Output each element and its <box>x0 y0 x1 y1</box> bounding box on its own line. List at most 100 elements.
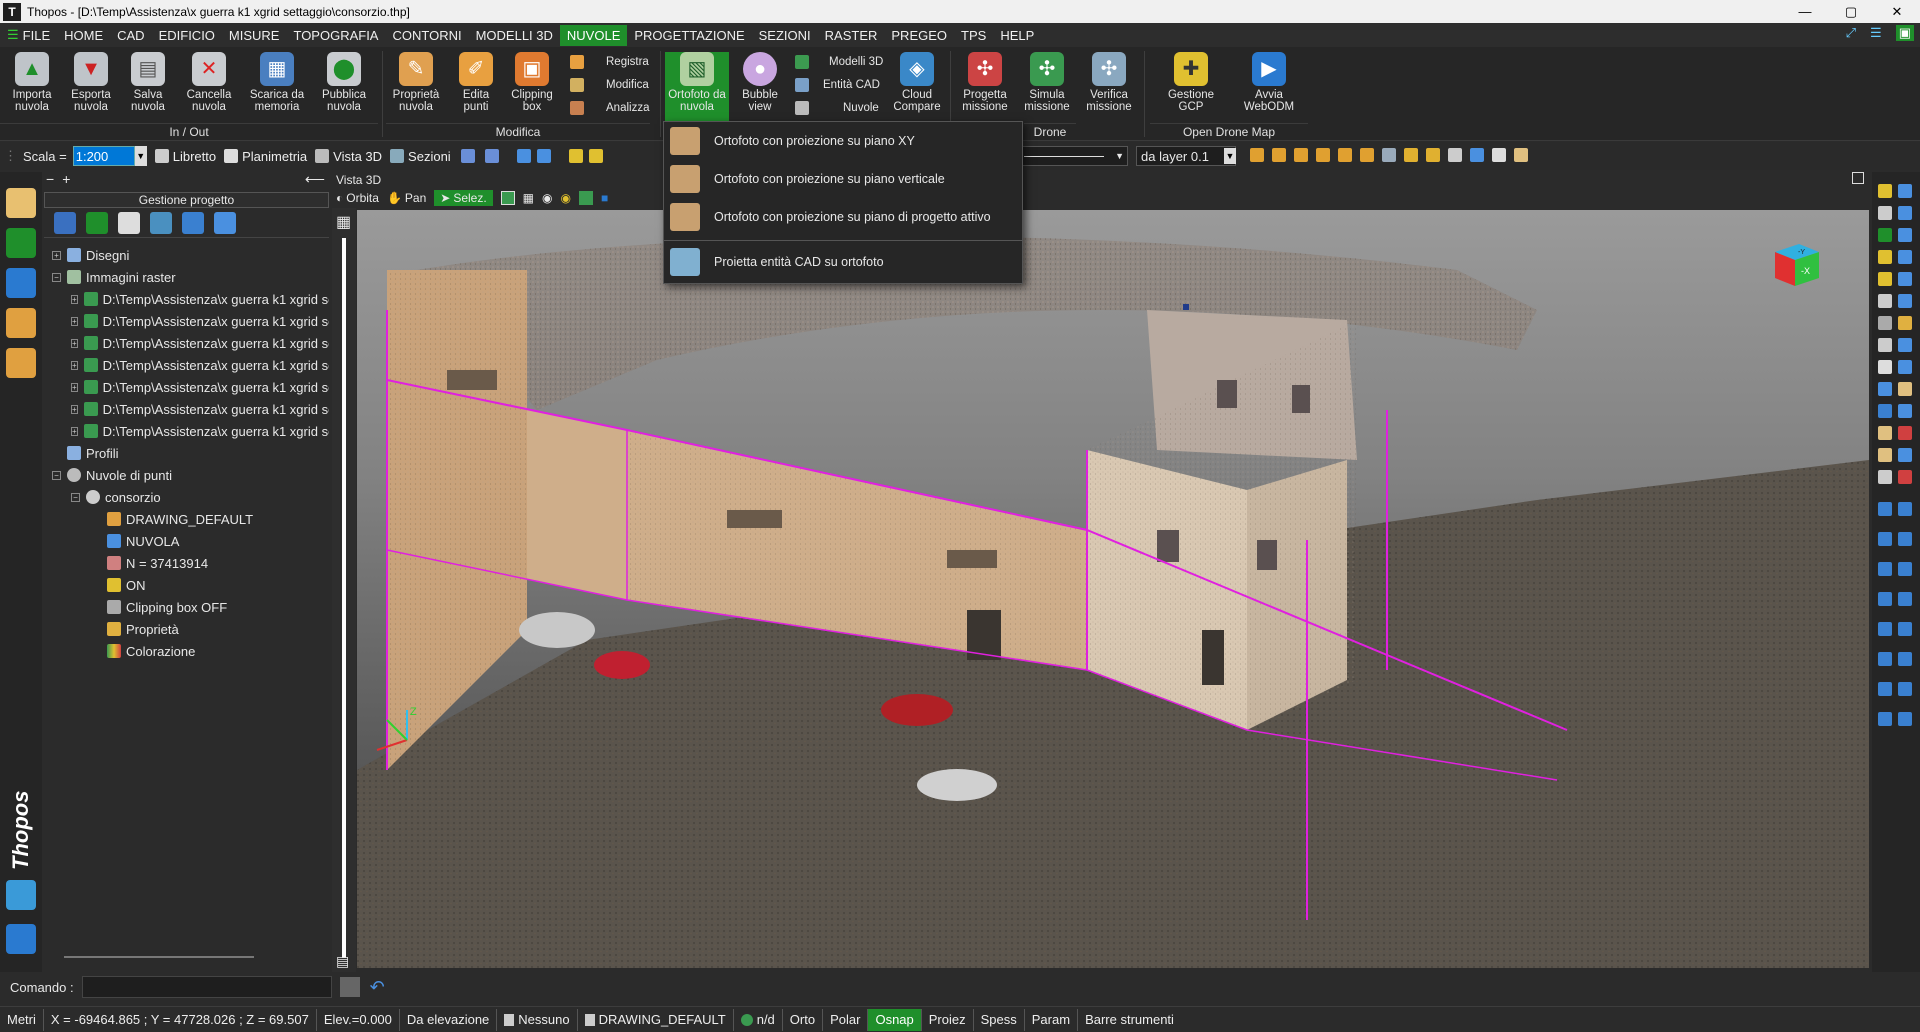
folder-open-icon[interactable] <box>1426 148 1440 162</box>
spess-toggle[interactable]: Spess <box>974 1008 1025 1031</box>
navigation-cube-icon[interactable]: -Y -X <box>1765 236 1825 296</box>
grid-toggle-icon[interactable]: ▦ <box>336 212 351 232</box>
salva-nuvola-button[interactable]: ▤ Salva nuvola <box>119 52 177 120</box>
nd-status[interactable]: n/d <box>734 1008 783 1031</box>
scarica-memoria-button[interactable]: ▦ Scarica da memoria <box>247 52 307 120</box>
menu-contorni[interactable]: CONTORNI <box>385 25 468 46</box>
osnap-toggle[interactable]: Osnap <box>868 1008 922 1031</box>
libretto-button[interactable]: Libretto <box>154 149 216 164</box>
tree-leaf[interactable]: NUVOLA <box>44 530 329 552</box>
menu-item-ortofoto-verticale[interactable]: Ortofoto con proiezione su piano vertica… <box>664 162 1022 196</box>
tree-node-raster-item[interactable]: + D:\Temp\Assistenza\x guerra k1 xgrid s… <box>44 376 329 398</box>
expand-toggle[interactable]: + <box>71 404 78 414</box>
tool-icon[interactable] <box>1878 532 1892 546</box>
tool-icon[interactable] <box>1898 338 1912 352</box>
proprieta-nuvola-button[interactable]: ✎ Proprietà nuvola <box>387 52 445 120</box>
frame-icon[interactable] <box>500 191 515 205</box>
tree-node-disegni[interactable]: + Disegni <box>44 244 329 266</box>
tool-icon[interactable] <box>1878 338 1892 352</box>
orto-toggle[interactable]: Orto <box>783 1008 824 1031</box>
zoom-in-icon[interactable] <box>1898 206 1912 220</box>
tree-node-raster-item[interactable]: + D:\Temp\Assistenza\x guerra k1 xgrid s… <box>44 310 329 332</box>
menu-item-proietta-cad[interactable]: Proietta entità CAD su ortofoto <box>664 245 1022 279</box>
esporta-nuvola-button[interactable]: ▼ Esporta nuvola <box>62 52 120 120</box>
barre-strumenti-button[interactable]: Barre strumenti <box>1078 1009 1181 1031</box>
tool-icon[interactable] <box>1898 184 1912 198</box>
panel-back-button[interactable]: ⟵ <box>305 171 325 188</box>
layer-tool-icon[interactable] <box>1272 148 1286 162</box>
resize-arrows-icon[interactable]: ⤢ <box>1846 25 1856 41</box>
units-status[interactable]: Metri <box>0 1008 44 1031</box>
tool-icon[interactable] <box>1898 250 1912 264</box>
expand-toggle[interactable]: + <box>71 360 78 370</box>
tool-icon[interactable] <box>1898 712 1912 726</box>
menu-modelli-3d[interactable]: MODELLI 3D <box>469 25 560 46</box>
tool-icon[interactable] <box>1878 592 1892 606</box>
planimetria-button[interactable]: Planimetria <box>224 149 307 164</box>
close-button[interactable]: ✕ <box>1874 0 1920 23</box>
tool-icon[interactable] <box>1878 682 1892 696</box>
cloud-compare-button[interactable]: ◈ Cloud Compare <box>888 52 946 120</box>
simula-missione-button[interactable]: ✣ Simula missione <box>1018 52 1076 120</box>
select-button[interactable]: ➤ Selez. <box>434 190 493 206</box>
tool-icon[interactable] <box>1878 316 1892 330</box>
bulb-icon[interactable] <box>568 149 583 163</box>
tool-icon[interactable] <box>1898 382 1912 396</box>
menu-raster[interactable]: RASTER <box>818 25 885 46</box>
panel-toggle-icon[interactable]: ▣ <box>1895 25 1914 41</box>
layer-status[interactable]: DRAWING_DEFAULT <box>578 1008 734 1031</box>
avvia-webodm-button[interactable]: ▶ Avvia WebODM <box>1240 52 1298 120</box>
verifica-missione-button[interactable]: ✣ Verifica missione <box>1080 52 1138 120</box>
zoom-icon[interactable] <box>118 211 140 234</box>
menu-item-ortofoto-progetto[interactable]: Ortofoto con proiezione su piano di prog… <box>664 200 1022 234</box>
select-arrow-icon[interactable] <box>86 211 108 234</box>
modelli-3d-button[interactable]: Modelli 3D <box>795 51 883 73</box>
tool-icon[interactable] <box>1878 382 1892 396</box>
tool-icon[interactable] <box>1898 272 1912 286</box>
tool-icon[interactable] <box>1878 562 1892 576</box>
cancella-nuvola-button[interactable]: ✕ Cancella nuvola <box>180 52 238 120</box>
tree-node-consorzio[interactable]: − consorzio <box>44 486 329 508</box>
expand-toggle[interactable]: − <box>71 492 80 502</box>
proiez-toggle[interactable]: Proiez <box>922 1008 974 1031</box>
menu-home[interactable]: HOME <box>57 25 110 46</box>
polar-toggle[interactable]: Polar <box>823 1008 869 1031</box>
tool-icon[interactable] <box>1878 404 1892 418</box>
layers-icon[interactable] <box>516 149 531 163</box>
maximize-button[interactable]: ▢ <box>1828 0 1874 23</box>
analizza-button[interactable]: Analizza <box>570 97 649 119</box>
eye-icon[interactable]: ◉ <box>542 191 552 205</box>
tool-icon[interactable] <box>1878 272 1892 286</box>
tool-icon[interactable] <box>1878 360 1892 374</box>
viewport-maximize-icon[interactable] <box>1852 172 1864 184</box>
tool-icon[interactable] <box>1898 622 1912 636</box>
points-icon[interactable] <box>578 191 593 205</box>
layer-dropdown-icon[interactable]: ▼ <box>1224 148 1236 164</box>
tool-icon[interactable] <box>1898 404 1912 418</box>
param-toggle[interactable]: Param <box>1025 1008 1079 1031</box>
layer-tool-icon[interactable] <box>1338 148 1352 162</box>
menu-tps[interactable]: TPS <box>954 25 993 46</box>
menu-nuvole[interactable]: NUVOLE <box>559 24 628 46</box>
panel-scrollbar[interactable] <box>64 956 254 958</box>
tree-node-raster-item[interactable]: + D:\Temp\Assistenza\x guerra k1 xgrid s… <box>44 398 329 420</box>
menu-misure[interactable]: MISURE <box>222 25 287 46</box>
command-list-icon[interactable] <box>339 977 360 997</box>
filter-icon[interactable] <box>6 880 36 910</box>
expand-toggle[interactable]: + <box>71 316 78 326</box>
menu-edificio[interactable]: EDIFICIO <box>152 25 222 46</box>
menu-topografia[interactable]: TOPOGRAFIA <box>286 25 385 46</box>
settings-gears-icon[interactable] <box>6 924 36 954</box>
hand-icon[interactable] <box>1898 316 1912 330</box>
tool-icon[interactable] <box>1878 228 1892 242</box>
scale-input[interactable]: 1:200 <box>72 146 135 166</box>
tool-icon[interactable] <box>1878 712 1892 726</box>
registra-button[interactable]: Registra <box>570 51 649 73</box>
menu-progettazione[interactable]: PROGETTAZIONE <box>627 25 751 46</box>
tool-icon[interactable] <box>1878 294 1892 308</box>
tree-node-immagini-raster[interactable]: − Immagini raster <box>44 266 329 288</box>
cube-view-icon[interactable]: ■ <box>601 191 608 205</box>
tree-leaf[interactable]: DRAWING_DEFAULT <box>44 508 329 530</box>
vista-3d-button[interactable]: Vista 3D <box>315 149 382 164</box>
expand-toggle[interactable]: − <box>52 272 61 282</box>
